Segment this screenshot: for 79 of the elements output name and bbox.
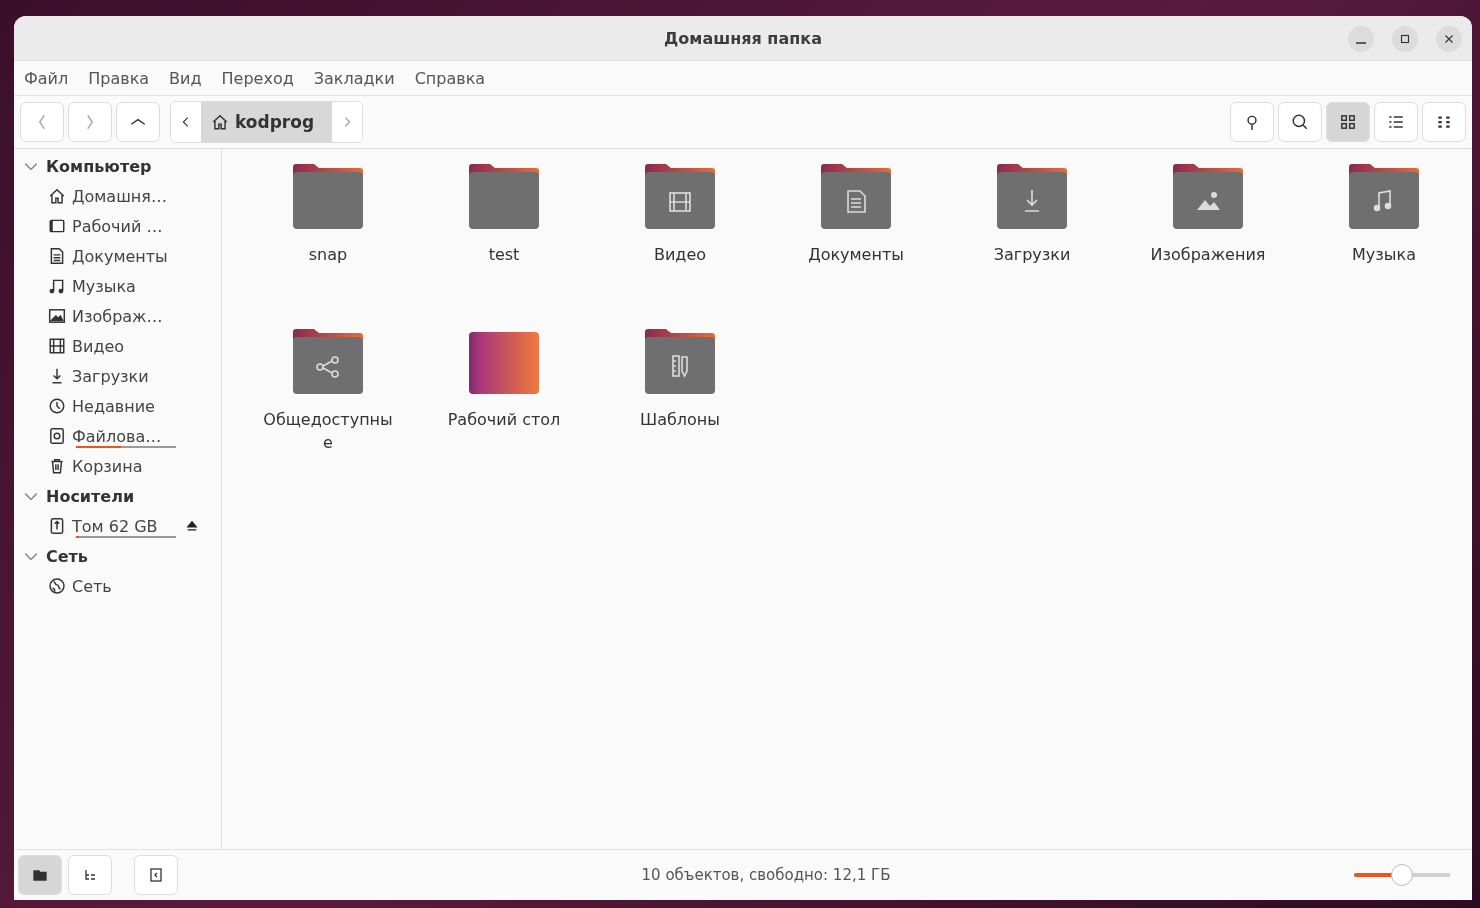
sidebar-collapse-icon	[148, 867, 164, 883]
image-icon	[48, 307, 66, 325]
globe-icon	[48, 577, 66, 595]
section-title[interactable]: Компьютер	[46, 156, 152, 176]
zoom-slider-thumb[interactable]	[1391, 864, 1413, 886]
section-title[interactable]: Сеть	[46, 546, 88, 566]
sidebar-item[interactable]: Музыка	[72, 276, 136, 296]
maximize-icon	[1398, 32, 1412, 46]
file-name[interactable]: snap	[262, 243, 394, 266]
search-icon	[1291, 113, 1309, 131]
file-name[interactable]: Шаблоны	[614, 408, 746, 431]
collapse-button[interactable]	[134, 855, 178, 895]
chevron-icon	[25, 492, 37, 500]
clock-icon	[48, 397, 66, 415]
menu-item[interactable]: Справка	[414, 68, 486, 88]
home-icon	[48, 187, 66, 205]
sidebar-item[interactable]: Том 62 GB	[72, 516, 158, 536]
film-icon	[48, 337, 66, 355]
close-button[interactable]	[1436, 26, 1462, 52]
trash-icon	[48, 457, 66, 475]
status-text: 10 объектов, свободно: 12,1 ГБ	[640, 866, 892, 884]
tree-button[interactable]	[68, 855, 112, 895]
folder-icon	[32, 867, 48, 883]
search-button[interactable]	[1278, 102, 1322, 142]
downloads-folder-icon	[996, 163, 1068, 231]
path-home-button[interactable]: kodprog	[201, 102, 333, 142]
minimize-button[interactable]	[1348, 26, 1374, 52]
sidebar-item[interactable]: Изображ…	[72, 306, 163, 326]
music-folder-icon	[1348, 163, 1420, 231]
sidebar-item[interactable]: Документы	[72, 246, 168, 266]
window-title: Домашняя папка	[664, 28, 822, 48]
folder-icon	[468, 163, 540, 231]
menu-item[interactable]: Закладки	[313, 68, 395, 88]
list-view-icon	[1387, 113, 1405, 131]
file-name[interactable]: Загрузки	[966, 243, 1098, 266]
documents-folder-icon	[820, 163, 892, 231]
pictures-folder-icon	[1172, 163, 1244, 231]
menu-item[interactable]: Вид	[169, 68, 202, 88]
minimize-icon	[1356, 42, 1366, 44]
menu-item[interactable]: Файл	[24, 68, 69, 88]
file-name[interactable]: test	[438, 243, 570, 266]
menu-item[interactable]: Переход	[221, 68, 294, 88]
file-name[interactable]: Общедоступные	[262, 408, 394, 454]
sidebar-item[interactable]: Недавние	[72, 396, 155, 416]
sidebar-item[interactable]: Видео	[72, 336, 125, 356]
sidebar-item[interactable]: Рабочий …	[72, 216, 163, 236]
music-note-icon	[48, 277, 66, 295]
sidebar-item[interactable]: Загрузки	[72, 366, 149, 386]
document-icon	[48, 247, 66, 265]
options-button[interactable]	[1422, 102, 1466, 142]
file-name[interactable]: Видео	[614, 243, 746, 266]
templates-folder-icon	[644, 328, 716, 396]
chevron-icon	[25, 552, 37, 560]
home-icon	[211, 113, 229, 131]
file-name[interactable]: Рабочий стол	[438, 408, 570, 431]
section-title[interactable]: Носители	[46, 486, 135, 506]
file-name[interactable]: Изображения	[1142, 243, 1274, 266]
sidebar-item[interactable]: Сеть	[72, 576, 112, 596]
list-button[interactable]	[1374, 102, 1418, 142]
maximize-button[interactable]	[1392, 26, 1418, 52]
tree-icon	[82, 867, 98, 883]
grid-button[interactable]	[1326, 102, 1370, 142]
usb-drive-icon	[48, 517, 66, 535]
folder-icon	[292, 163, 364, 231]
video-folder-icon	[644, 163, 716, 231]
location-button[interactable]	[1230, 102, 1274, 142]
shared-folder-icon	[292, 328, 364, 396]
file-name[interactable]: Документы	[790, 243, 922, 266]
eject-icon	[185, 519, 199, 533]
places-button[interactable]	[18, 855, 62, 895]
grid-view-icon	[1339, 113, 1357, 131]
menu-icon	[1435, 113, 1453, 131]
menu-item[interactable]: Правка	[88, 68, 150, 88]
sidebar-item[interactable]: Домашня…	[72, 186, 167, 206]
desktop-icon	[48, 217, 66, 235]
sidebar-item[interactable]: Корзина	[72, 456, 143, 476]
file-name[interactable]: Музыка	[1318, 243, 1450, 266]
chevron-icon	[25, 162, 37, 170]
sidebar-item[interactable]: Файлова…	[72, 426, 162, 446]
